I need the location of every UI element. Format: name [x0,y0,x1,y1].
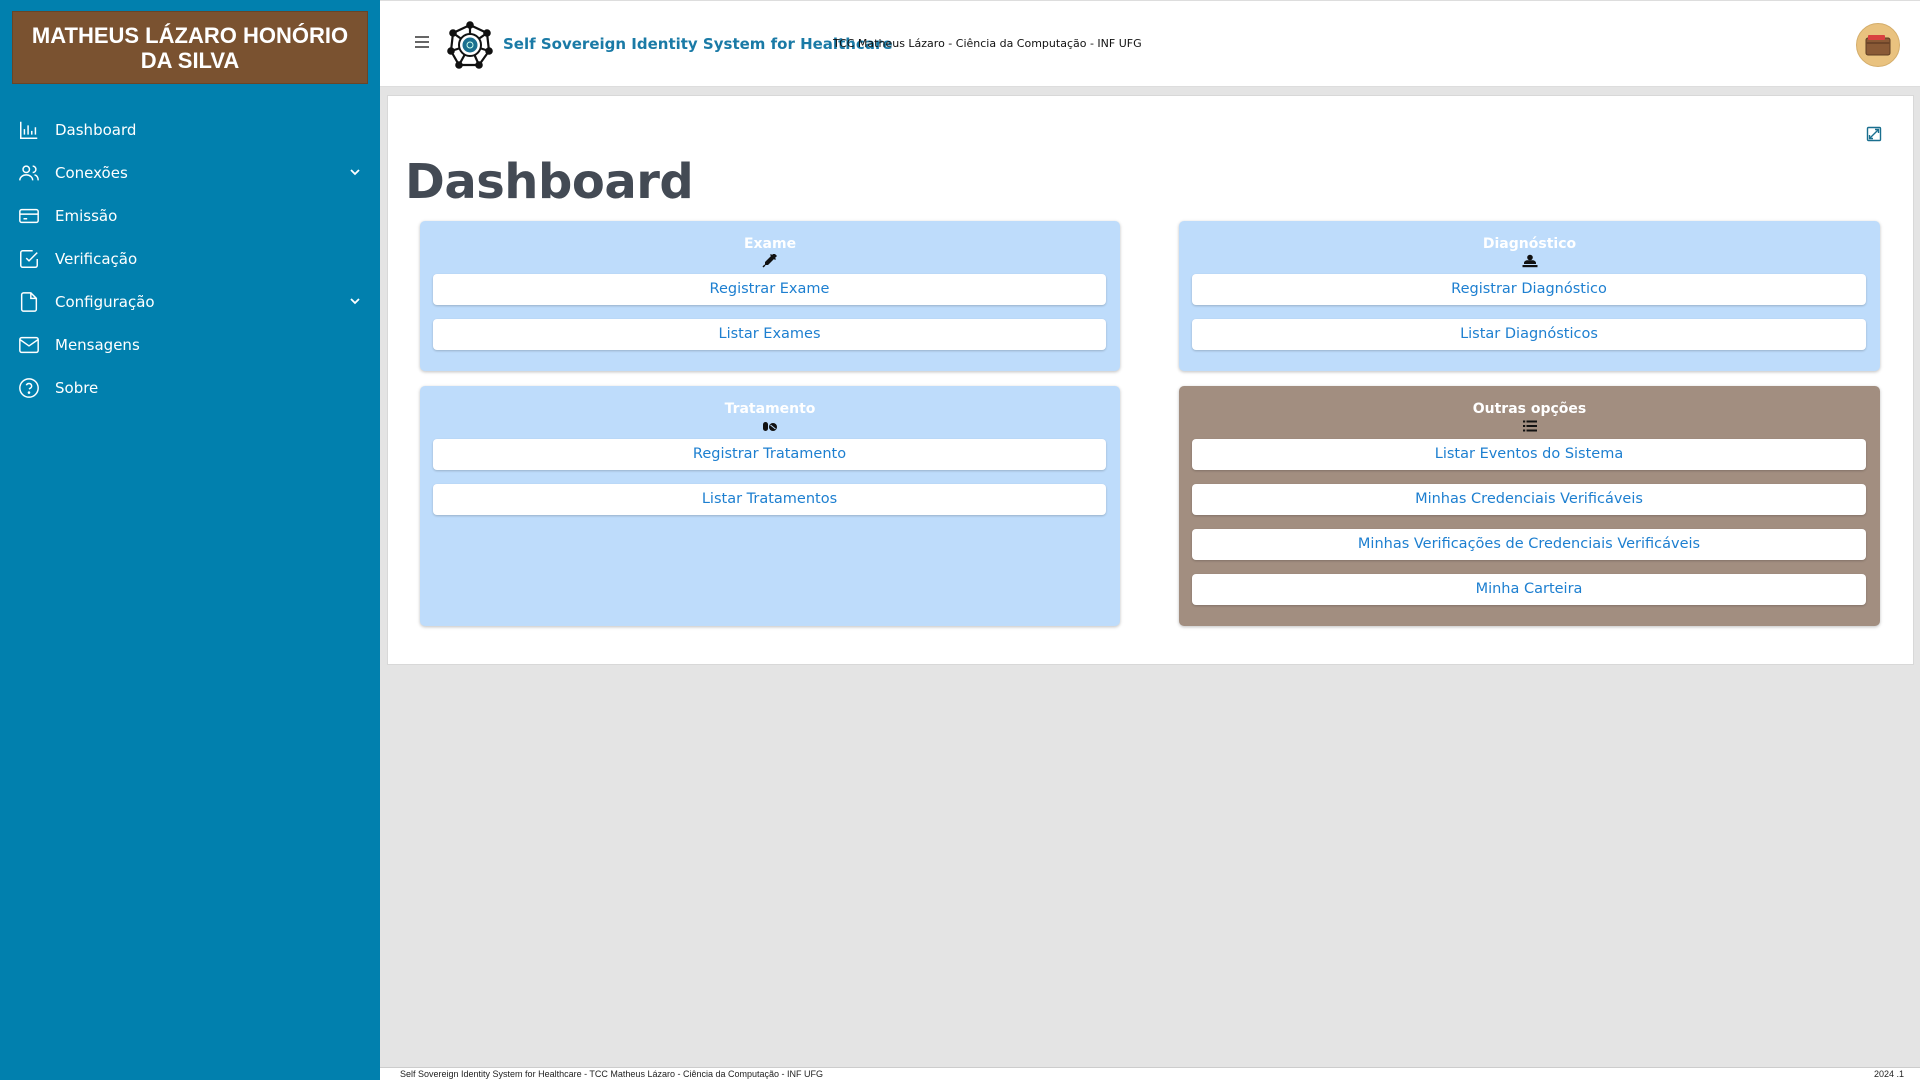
listar-diagnosticos-button[interactable]: Listar Diagnósticos [1192,319,1866,350]
minhas-verificacoes-button[interactable]: Minhas Verificações de Credenciais Verif… [1192,529,1866,560]
dashboard-panel: Dashboard Exame Registrar Exame Listar E… [387,95,1914,665]
sidebar-item-sobre[interactable]: Sobre [0,366,380,409]
avatar[interactable] [1856,23,1900,67]
sidebar-item-label: Conexões [55,163,128,182]
users-icon [19,164,39,180]
sidebar-item-configuracao[interactable]: Configuração [0,280,380,323]
sidebar-item-label: Sobre [55,378,99,397]
listar-eventos-button[interactable]: Listar Eventos do Sistema [1192,439,1866,470]
top-header: Self Sovereign Identity System for Healt… [380,0,1920,87]
registrar-tratamento-button[interactable]: Registrar Tratamento [433,439,1106,470]
file-icon [20,291,38,312]
sidebar-item-label: Verificação [55,249,138,268]
card-title: Exame [743,236,797,252]
card-outras-opcoes: Outras opções Listar Eventos do Sistema … [1179,386,1880,626]
footer-text: Self Sovereign Identity System for Healt… [400,1069,824,1079]
app-subtitle: TCC Matheus Lázaro - Ciência da Computaç… [833,37,1142,50]
user-name-banner: MATHEUS LÁZARO HONÓRIO DA SILVA [12,11,368,84]
minha-carteira-button[interactable]: Minha Carteira [1192,574,1866,605]
footer-version: 2024 .1 [1873,1069,1904,1079]
registrar-diagnostico-button[interactable]: Registrar Diagnóstico [1192,274,1866,305]
page-title: Dashboard [405,154,694,210]
syringe-icon [762,254,777,268]
check-square-icon [20,249,38,268]
help-circle-icon [19,377,39,398]
sidebar-item-conexoes[interactable]: Conexões [0,151,380,194]
credit-card-icon [19,208,39,223]
chevron-down-icon[interactable] [348,294,362,308]
sidebar-item-verificacao[interactable]: Verificação [0,237,380,280]
pills-icon [763,422,777,431]
registrar-exame-button[interactable]: Registrar Exame [433,274,1106,305]
sidebar: MATHEUS LÁZARO HONÓRIO DA SILVA Dashboar… [0,0,380,1080]
listar-exames-button[interactable]: Listar Exames [433,319,1106,350]
wallet-icon [1865,35,1891,56]
card-exame: Exame Registrar Exame Listar Exames [420,221,1120,371]
menu-toggle-icon[interactable] [415,36,429,48]
card-title: Outras opções [1472,401,1587,417]
sidebar-item-label: Dashboard [55,120,137,139]
sidebar-item-label: Emissão [55,206,118,225]
mail-icon [19,336,39,353]
sidebar-item-dashboard[interactable]: Dashboard [0,108,380,151]
card-title: Diagnóstico [1482,236,1577,252]
sidebar-nav: Dashboard Conexões Emissão Verificação C… [0,108,380,409]
listar-tratamentos-button[interactable]: Listar Tratamentos [433,484,1106,515]
footer: Self Sovereign Identity System for Healt… [380,1067,1920,1080]
app-logo-icon [447,21,493,69]
card-tratamento: Tratamento Registrar Tratamento Listar T… [420,386,1120,626]
chevron-down-icon[interactable] [348,165,362,179]
expand-icon[interactable] [1866,126,1882,142]
user-injured-icon [1522,254,1537,268]
sidebar-item-emissao[interactable]: Emissão [0,194,380,237]
card-diagnostico: Diagnóstico Registrar Diagnóstico Listar… [1179,221,1880,371]
sidebar-item-mensagens[interactable]: Mensagens [0,323,380,366]
minhas-credenciais-button[interactable]: Minhas Credenciais Verificáveis [1192,484,1866,515]
card-title: Tratamento [724,401,816,417]
bar-chart-icon [20,121,38,139]
sidebar-item-label: Mensagens [55,335,140,354]
list-icon [1522,420,1537,432]
sidebar-item-label: Configuração [55,292,155,311]
